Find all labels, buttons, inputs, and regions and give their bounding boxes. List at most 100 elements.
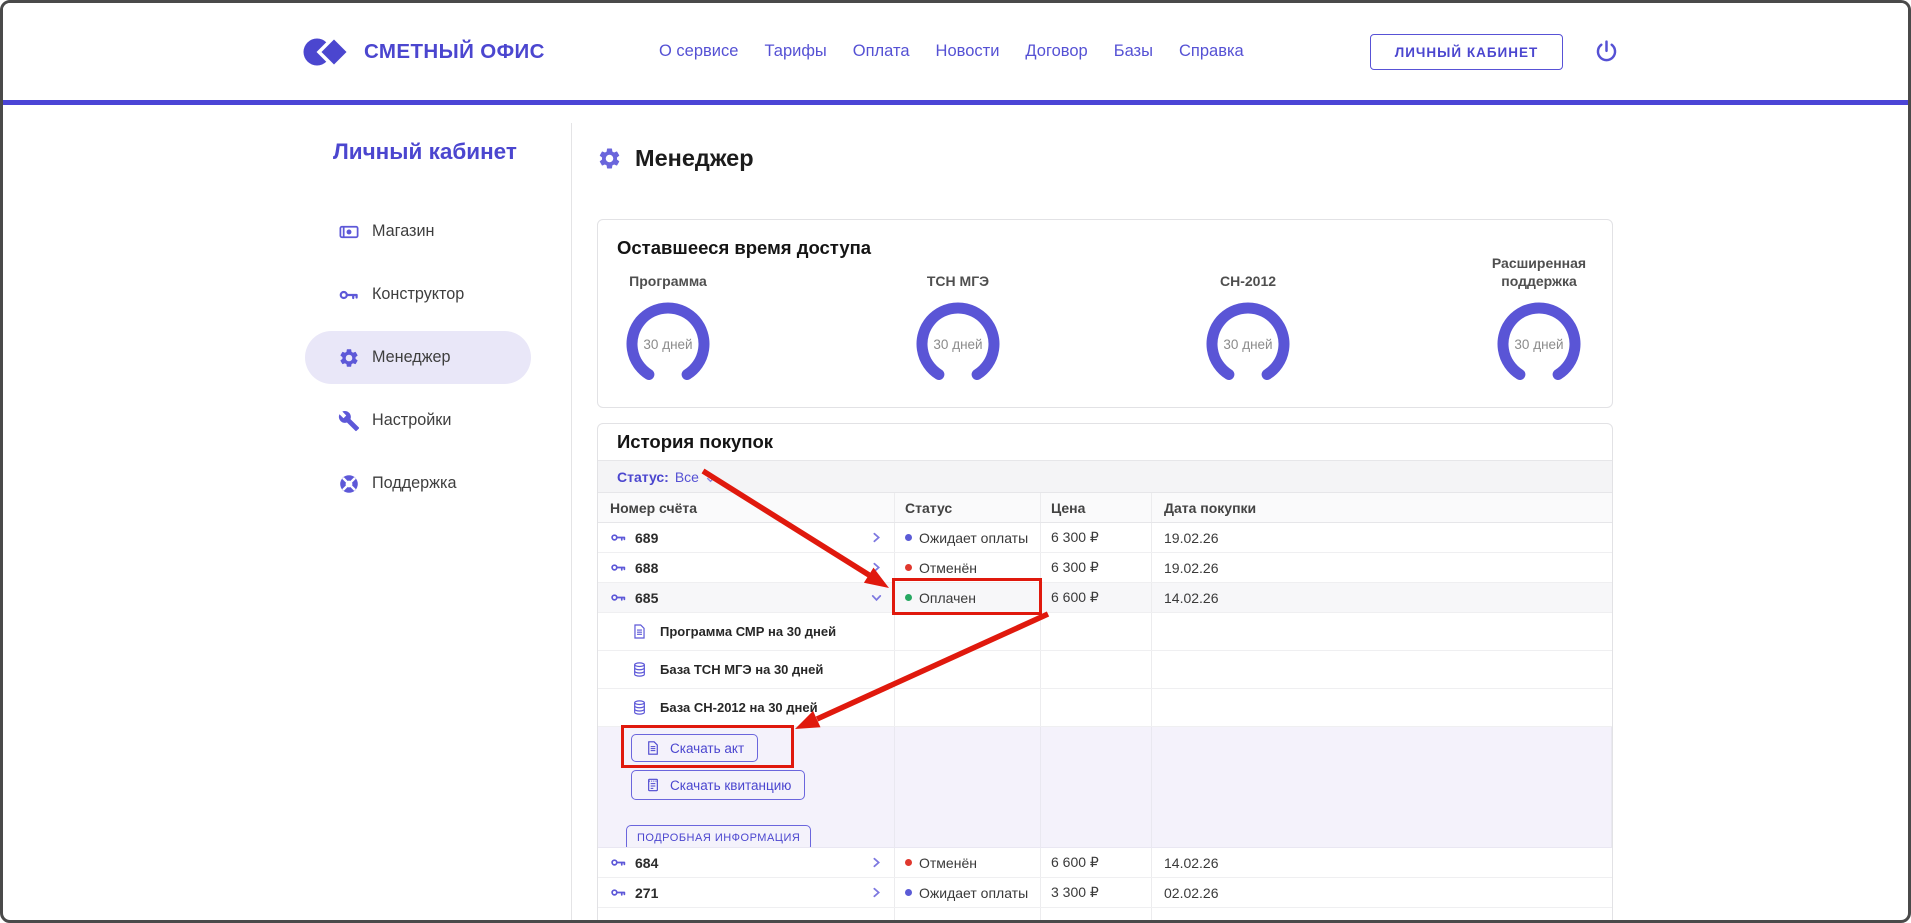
gear-icon [597,146,622,171]
date-cell: 19.02.26 [1152,523,1612,552]
status-text: Отменён [919,855,977,871]
sidebar-item-label: Конструктор [372,285,464,304]
invoice-number: 684 [635,855,658,871]
download-act-button[interactable]: Скачать акт [631,734,758,762]
invoice-number-cell[interactable]: 685 [598,583,895,612]
sidebar-item-cash[interactable]: Магазин [305,205,531,258]
status-dot [905,594,912,601]
date-cell: 14.02.26 [1152,848,1612,877]
nav-item[interactable]: Договор [1025,42,1087,61]
gear-icon [338,347,360,369]
key-icon [338,284,360,306]
gauge-label: СН-2012 [1220,244,1276,290]
status-text: Отменён [919,560,977,576]
status-dot [905,889,912,896]
content-divider [571,123,572,920]
lifebuoy-icon [338,473,360,495]
gauge-ring: 30 дней [1206,302,1290,386]
chevron-right-icon[interactable] [870,856,883,869]
nav-item[interactable]: Справка [1179,42,1244,61]
access-gauge: Программа30 дней [598,220,738,386]
chevron-down-icon[interactable] [870,591,883,604]
sidebar-item-label: Менеджер [372,348,451,367]
purchase-history-card: История покупок Статус: Все Номер счётаС… [597,423,1613,923]
purchase-item-label: База СН-2012 на 30 дней [660,700,818,715]
invoice-actions-row: Скачать акт Скачать квитанцию ПОДРОБНАЯ ИН… [598,727,1612,848]
invoice-number: 689 [635,530,658,546]
invoice-number-cell[interactable]: 689 [598,523,895,552]
status-filter-value: Все [675,469,699,485]
invoice-number: 271 [635,885,658,901]
invoice-number-cell[interactable]: 684 [598,848,895,877]
nav-item[interactable]: О сервисе [659,42,738,61]
purchase-item-label: База ТСН МГЭ на 30 дней [660,662,823,677]
nav-item[interactable]: Новости [936,42,1000,61]
document-icon [631,623,648,640]
nav-item[interactable]: Оплата [853,42,910,61]
price-cell: 6 300 ₽ [1041,523,1152,552]
history-card-title: История покупок [617,431,773,453]
purchase-item[interactable]: База СН-2012 на 30 дней [598,689,895,726]
key-icon [610,559,627,576]
main-content: Менеджер Оставшееся время доступа Програ… [597,105,1613,923]
column-header: Статус [895,493,1041,522]
purchase-item[interactable]: Программа СМР на 30 дней [598,613,895,650]
detailed-info-button[interactable]: ПОДРОБНАЯ ИНФОРМАЦИЯ [626,825,811,847]
brand-name: СМЕТНЫЙ ОФИС [364,40,545,64]
download-receipt-button[interactable]: Скачать квитанцию [631,770,805,800]
invoice-number-cell[interactable]: 271 [598,878,895,907]
key-icon [610,854,627,871]
invoice-row: 685Оплачен6 600 ₽14.02.26 [598,583,1612,613]
gauge-value: 30 дней [1206,302,1290,386]
invoice-number-cell[interactable]: 688 [598,553,895,582]
status-filter[interactable]: Статус: Все [598,461,1612,493]
gauge-value: 30 дней [916,302,1000,386]
status-cell: Ожидает оплаты [895,523,1041,552]
sidebar-item-wrench[interactable]: Настройки [305,394,531,447]
status-cell: Ожидает оплаты [895,878,1041,907]
status-filter-label: Статус: [617,469,669,485]
sidebar-item-key[interactable]: Конструктор [305,268,531,321]
price-cell: 6 600 ₽ [1041,848,1152,877]
access-gauge: СН-2012 30 дней [1178,220,1318,386]
nav-item[interactable]: Тарифы [764,42,826,61]
invoice-number: 685 [635,590,658,606]
purchase-item[interactable]: База ТСН МГЭ на 30 дней [598,651,895,688]
logo[interactable]: СМЕТНЫЙ ОФИС [303,3,545,100]
gauge-value: 30 дней [1497,302,1581,386]
status-cell: Оплачен [895,583,1041,612]
column-header: Дата покупки [1152,493,1612,522]
chevron-right-icon[interactable] [870,531,883,544]
purchase-item-label: Программа СМР на 30 дней [660,624,836,639]
chevron-right-icon[interactable] [870,886,883,899]
status-dot [905,859,912,866]
status-text: Оплачен [919,590,976,606]
status-cell: Отменён [895,553,1041,582]
gauge-ring: 30 дней [916,302,1000,386]
gauge-ring: 30 дней [626,302,710,386]
invoice-row: 689 Ожидает оплаты 6 300 ₽19.02.26 [598,523,1612,553]
price-cell: 6 600 ₽ [1041,583,1152,612]
status-text: Ожидает оплаты [919,885,1028,901]
receipt-icon [645,777,661,793]
page-title-text: Менеджер [635,145,754,172]
browser-frame: СМЕТНЫЙ ОФИС О сервисе Тарифы Оплата Новост… [0,0,1911,923]
gauge-label: ТСН МГЭ [927,244,989,290]
status-text: Ожидает оплаты [919,530,1028,546]
price-cell: 3 300 ₽ [1041,878,1152,907]
gauge-value: 30 дней [626,302,710,386]
purchase-item-row: Программа СМР на 30 дней [598,613,1612,651]
invoice-number: 688 [635,560,658,576]
chevron-right-icon[interactable] [870,561,883,574]
account-button[interactable]: ЛИЧНЫЙ КАБИНЕТ [1370,34,1563,70]
invoice-row-clipped [598,908,1612,923]
key-icon [610,589,627,606]
key-icon [610,529,627,546]
sidebar-item-lifebuoy[interactable]: Поддержка [305,457,531,510]
sidebar-item-gear[interactable]: Менеджер [305,331,531,384]
logout-power-icon[interactable] [1593,38,1620,65]
gauge-label: Расширенная поддержка [1469,244,1609,290]
invoice-row: 688Отменён6 300 ₽19.02.26 [598,553,1612,583]
nav-item[interactable]: Базы [1114,42,1153,61]
history-table-header: Номер счётаСтатусЦенаДата покупки [598,493,1612,523]
